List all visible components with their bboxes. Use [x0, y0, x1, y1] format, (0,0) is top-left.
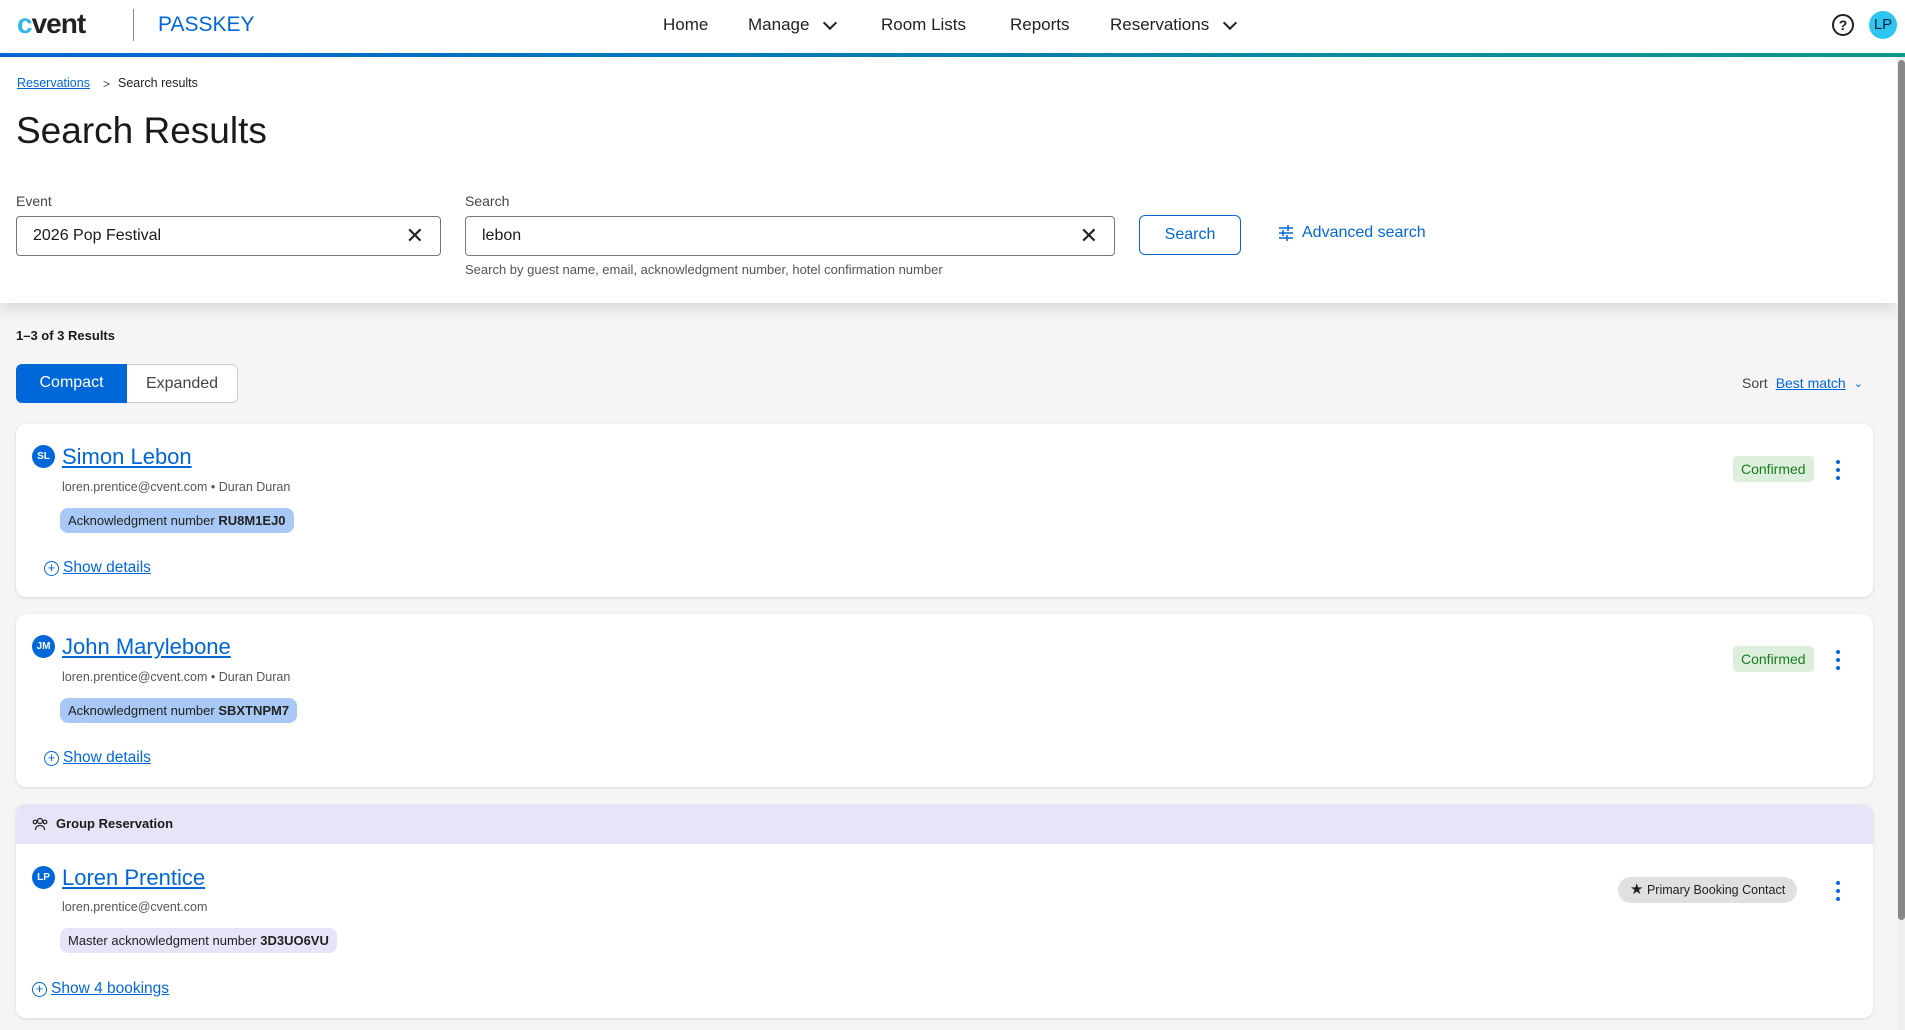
search-input[interactable]: lebon ✕ [465, 216, 1115, 256]
nav-label: Reservations [1110, 15, 1210, 34]
group-reservation-card: Group Reservation LP Loren Prentice lore… [16, 804, 1873, 1018]
status-badge: Confirmed [1733, 646, 1814, 672]
group-header-label: Group Reservation [56, 816, 174, 831]
nav-manage[interactable]: Manage [748, 15, 838, 35]
plus-circle-icon: + [44, 750, 59, 766]
nav-home[interactable]: Home [663, 15, 708, 35]
reservation-card: JM John Marylebone loren.prentice@cvent.… [16, 614, 1873, 787]
plus-circle-icon: + [44, 560, 59, 576]
plus-circle-icon: + [32, 981, 47, 997]
show-bookings-label[interactable]: Show 4 bookings [51, 980, 169, 998]
users-icon [32, 817, 48, 831]
guest-email: loren.prentice@cvent.com • Duran Duran [62, 480, 291, 494]
help-icon[interactable]: ? [1832, 14, 1854, 36]
guest-email: loren.prentice@cvent.com • Duran Duran [62, 670, 291, 684]
star-icon: ★ [1630, 881, 1644, 898]
ack-number: RU8M1EJ0 [218, 513, 286, 528]
product-name[interactable]: PASSKEY [158, 13, 255, 37]
ack-badge: Acknowledgment number SBXTNPM7 [60, 698, 298, 723]
search-value: lebon [482, 227, 522, 244]
advanced-search-label: Advanced search [1302, 224, 1426, 241]
clear-search-icon[interactable]: ✕ [1080, 225, 1098, 247]
guest-avatar: JM [32, 635, 55, 658]
group-name: Duran Duran [218, 670, 291, 684]
guest-name-link[interactable]: Loren Prentice [62, 865, 205, 891]
guest-avatar: LP [32, 866, 55, 889]
ack-number: SBXTNPM7 [218, 703, 290, 718]
advanced-search-link[interactable]: Advanced search [1278, 224, 1426, 242]
clear-event-icon[interactable]: ✕ [406, 225, 424, 247]
nav-reports[interactable]: Reports [1010, 15, 1070, 35]
nav-room-lists[interactable]: Room Lists [881, 15, 966, 35]
sort-dropdown[interactable]: Best match [1776, 375, 1846, 391]
sliders-icon [1279, 225, 1293, 241]
role-label: Primary Booking Contact [1646, 883, 1786, 897]
ack-badge: Acknowledgment number RU8M1EJ0 [60, 508, 294, 533]
nav-reservations[interactable]: Reservations [1110, 15, 1238, 35]
chevron-down-icon [1223, 15, 1238, 30]
logo-divider [133, 9, 134, 41]
master-ack-badge: Master acknowledgment number 3D3UO6VU [60, 928, 337, 953]
breadcrumb-current: Search results [118, 76, 198, 90]
chevron-down-icon [823, 15, 838, 30]
cvent-logo[interactable]: cvent [17, 8, 86, 40]
user-avatar[interactable]: LP [1869, 11, 1897, 39]
ack-label: Acknowledgment number [68, 513, 215, 528]
search-hint: Search by guest name, email, acknowledgm… [465, 262, 943, 277]
results-count: 1–3 of 3 Results [16, 328, 115, 343]
sort-control[interactable]: Sort Best match ⌄ [1742, 375, 1863, 391]
email-text: loren.prentice@cvent.com [62, 480, 208, 494]
view-compact-button[interactable]: Compact [16, 364, 127, 403]
more-options-icon[interactable] [1832, 460, 1844, 480]
nav-label: Home [663, 15, 709, 34]
primary-contact-badge: ★ Primary Booking Contact [1618, 877, 1798, 903]
ack-label: Master acknowledgment number [68, 933, 257, 948]
group-header: Group Reservation [16, 804, 1873, 844]
show-details-label[interactable]: Show details [63, 749, 151, 767]
show-details-link[interactable]: + Show details [44, 749, 151, 767]
show-details-link[interactable]: + Show details [44, 559, 151, 577]
search-button[interactable]: Search [1139, 215, 1241, 255]
nav-label: Reports [1010, 15, 1070, 34]
search-panel [0, 57, 1897, 303]
page-title: Search Results [16, 110, 267, 151]
reservation-card: SL Simon Lebon loren.prentice@cvent.com … [16, 424, 1873, 597]
scrollbar-thumb[interactable] [1898, 60, 1905, 920]
event-field[interactable]: 2026 Pop Festival ✕ [16, 216, 441, 256]
ack-number: 3D3UO6VU [260, 933, 329, 948]
breadcrumb-reservations[interactable]: Reservations [17, 76, 90, 90]
status-badge: Confirmed [1733, 456, 1814, 482]
guest-name-link[interactable]: John Marylebone [62, 634, 231, 660]
group-name: Duran Duran [218, 480, 291, 494]
event-value: 2026 Pop Festival [33, 227, 162, 244]
more-options-icon[interactable] [1832, 650, 1844, 670]
ack-label: Acknowledgment number [68, 703, 215, 718]
breadcrumb-separator-icon: > [103, 77, 111, 91]
nav-label: Room Lists [881, 15, 967, 34]
guest-email: loren.prentice@cvent.com [62, 900, 208, 914]
view-expanded-button[interactable]: Expanded [127, 364, 238, 403]
show-details-label[interactable]: Show details [63, 559, 151, 577]
more-options-icon[interactable] [1832, 881, 1844, 901]
chevron-down-icon: ⌄ [1853, 377, 1863, 390]
nav-label: Manage [748, 15, 810, 34]
sort-label: Sort [1742, 375, 1768, 391]
search-label: Search [465, 193, 510, 209]
guest-name-link[interactable]: Simon Lebon [62, 444, 192, 470]
guest-avatar: SL [32, 445, 55, 468]
event-label: Event [16, 193, 52, 209]
show-bookings-link[interactable]: + Show 4 bookings [32, 980, 169, 998]
email-text: loren.prentice@cvent.com [62, 670, 208, 684]
